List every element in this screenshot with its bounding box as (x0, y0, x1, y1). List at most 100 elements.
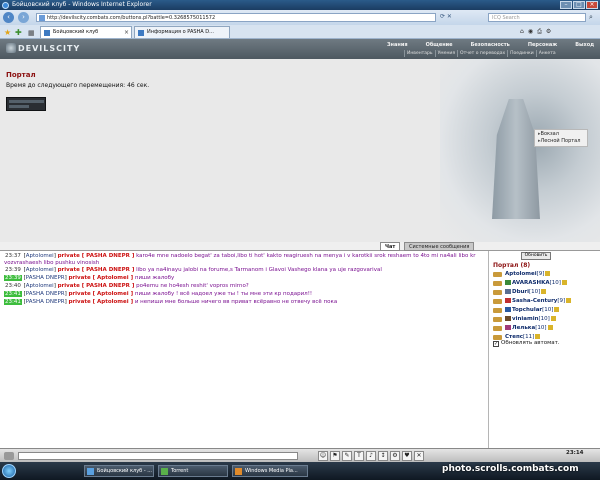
address-field[interactable]: http://devilscity.combats.com/buttons.pl… (36, 13, 436, 22)
private-message-icon[interactable] (493, 290, 502, 295)
info-icon[interactable] (554, 307, 560, 312)
chat-exit-icon[interactable]: ✕ (414, 451, 424, 461)
nav-communication[interactable]: Общение (417, 41, 462, 49)
quick-tabs-icon[interactable]: ▦ (28, 29, 35, 37)
mana-bar (9, 105, 29, 108)
list-item[interactable]: Лелька[10] (493, 324, 599, 333)
feeds-icon[interactable]: ◉ (528, 28, 533, 36)
tools-icon[interactable]: ⚙ (546, 28, 551, 36)
tab-combats[interactable]: Бойцовский клуб × (40, 26, 132, 38)
private-message-icon[interactable] (493, 281, 502, 286)
info-icon[interactable] (561, 280, 567, 285)
info-icon[interactable] (541, 289, 547, 294)
subnav-profile[interactable]: Анкета (535, 50, 558, 57)
taskbar-item-browser[interactable]: Бойцовский клуб - ... (84, 465, 154, 477)
favorites-star-icon[interactable]: ★ (4, 28, 11, 37)
info-icon[interactable] (566, 298, 572, 303)
tab-page-icon (138, 30, 144, 36)
list-item[interactable]: Dburi[10] (493, 288, 599, 297)
chat-input[interactable] (18, 452, 298, 460)
subnav-transfers[interactable]: Отчет о переводах (457, 50, 507, 57)
search-input[interactable]: ICQ Search (488, 13, 586, 22)
back-button[interactable]: ‹ (3, 12, 14, 23)
home-icon[interactable]: ⌂ (520, 28, 524, 36)
exit-station[interactable]: Вокзал (538, 131, 584, 138)
top-nav: Знания Общение Безопасность Персонаж Вых… (378, 41, 600, 49)
message-sender[interactable]: PASHA DNEPR (26, 299, 65, 305)
list-item[interactable]: viniamin[10] (493, 315, 599, 324)
private-tag: private [ PASHA DNEPR ] (57, 253, 135, 259)
filter-icon[interactable]: ⚑ (330, 451, 340, 461)
settings-icon[interactable]: ⚙ (390, 451, 400, 461)
tab-chat[interactable]: Чат (380, 242, 401, 251)
clan-icon (505, 289, 511, 294)
scroll-icon[interactable]: ↕ (378, 451, 388, 461)
translit-icon[interactable]: T (354, 451, 364, 461)
address-toolbar: ‹ › http://devilscity.combats.com/button… (0, 10, 600, 25)
message-text: libo ya na4inayu jalobi na forume,s Tarm… (136, 267, 382, 273)
clear-icon[interactable]: ✎ (342, 451, 352, 461)
message-time: 23:37 (5, 253, 21, 259)
portal-tower-image (492, 99, 540, 219)
nav-character[interactable]: Персонаж (519, 41, 566, 49)
tab-bar: ★ ✚ ▦ Бойцовский клуб × Информация о PAS… (0, 25, 600, 39)
list-item[interactable]: Aptolomei[9] (493, 270, 599, 279)
add-favorite-icon[interactable]: ✚ (15, 28, 22, 37)
forward-button[interactable]: › (18, 12, 29, 23)
tab-close-icon[interactable]: × (124, 27, 129, 38)
info-icon[interactable] (550, 316, 556, 321)
auto-refresh-checkbox[interactable]: ✓ (493, 341, 499, 347)
character-mini-portrait[interactable] (6, 97, 46, 111)
private-message-icon[interactable] (493, 299, 502, 304)
auto-refresh-toggle[interactable]: ✓ Обновлять автомат. (493, 340, 560, 347)
private-message-icon[interactable] (493, 326, 502, 331)
subnav-skills[interactable]: Умения (434, 50, 457, 57)
list-item[interactable]: Sasha-Century[9] (493, 297, 599, 306)
chat-tabs: Чат Системные сообщения (0, 242, 600, 251)
clan-icon (505, 307, 511, 312)
start-button[interactable] (2, 464, 16, 478)
chat-toolbar: ☺ ⚑ ✎ T ♪ ↕ ⚙ ♥ ✕ 23:14 (0, 448, 600, 462)
info-icon[interactable] (545, 271, 551, 276)
chat-mode-button[interactable] (4, 452, 14, 460)
private-message-icon[interactable] (493, 317, 502, 322)
maximize-button[interactable]: □ (573, 1, 585, 9)
nav-security[interactable]: Безопасность (462, 41, 519, 49)
exits-list: Вокзал Лесной Портал (534, 129, 588, 147)
print-icon[interactable]: ⎙ (537, 28, 542, 36)
close-button[interactable]: × (586, 1, 598, 9)
nav-knowledge[interactable]: Знания (378, 41, 417, 49)
message-sender[interactable]: Aptolomei (26, 267, 54, 273)
subnav-battles[interactable]: Поединки (507, 50, 536, 57)
clock: 23:14 (566, 450, 584, 456)
private-tag: private [ PASHA DNEPR ] (57, 267, 135, 273)
subnav-inventory[interactable]: Инвентарь (404, 50, 435, 57)
info-icon[interactable] (535, 334, 541, 339)
private-message-icon[interactable] (493, 272, 502, 277)
site-logo[interactable]: DEVILSCITY (6, 42, 80, 54)
taskbar-item-torrent[interactable]: Torrent (158, 465, 228, 477)
list-item[interactable]: Topchular[10] (493, 306, 599, 315)
tab-system-messages[interactable]: Системные сообщения (404, 242, 475, 251)
window-titlebar: Бойцовский клуб - Windows Internet Explo… (0, 0, 600, 10)
list-item[interactable]: AVARASHKA[10] (493, 279, 599, 288)
message-sender[interactable]: Aptolomei (26, 283, 54, 289)
message-sender[interactable]: PASHA DNEPR (26, 291, 65, 297)
message-sender[interactable]: PASHA DNEPR (26, 275, 65, 281)
chat-message: 23:37 [Aptolomei] private [ PASHA DNEPR … (4, 253, 476, 266)
refresh-icon[interactable]: ⟳ ✕ (440, 13, 452, 20)
private-message-icon[interactable] (493, 308, 502, 313)
search-icon[interactable]: ⌕ (589, 13, 593, 22)
nav-exit[interactable]: Выход (566, 41, 600, 49)
tab-info[interactable]: Информация о PASHA D... (134, 26, 230, 38)
friends-icon[interactable]: ♥ (402, 451, 412, 461)
minimize-button[interactable]: – (560, 1, 572, 9)
smiles-icon[interactable]: ☺ (318, 451, 328, 461)
refresh-button[interactable]: Обновить (521, 252, 551, 260)
exit-forest-portal[interactable]: Лесной Портал (538, 138, 584, 145)
info-icon[interactable] (547, 325, 553, 330)
taskbar-item-media[interactable]: Windows Media Pla... (232, 465, 308, 477)
search-placeholder: ICQ Search (492, 15, 520, 21)
message-sender[interactable]: Aptolomei (26, 253, 54, 259)
sound-icon[interactable]: ♪ (366, 451, 376, 461)
